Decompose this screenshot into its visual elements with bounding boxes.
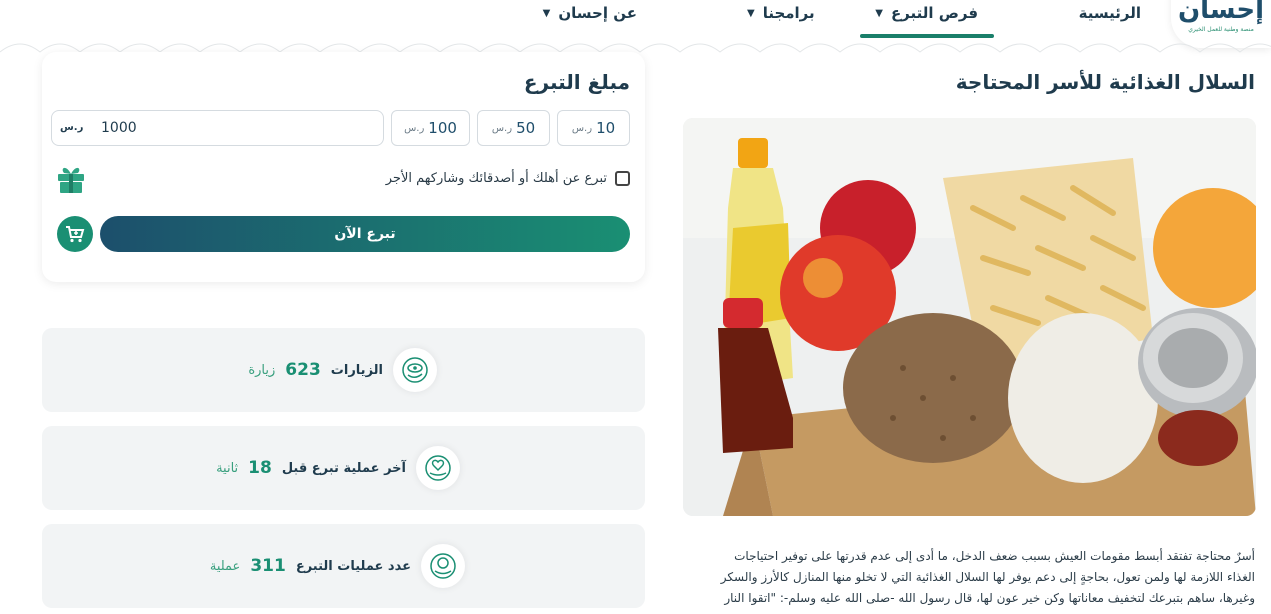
hand-heart-icon xyxy=(425,455,451,481)
visits-icon xyxy=(393,348,437,392)
gift-icon[interactable] xyxy=(56,162,86,194)
donations-count-unit: عملية xyxy=(209,558,241,574)
gift-option: تبرع عن أهلك أو أصدقائك وشاركهم الأجر xyxy=(386,171,630,186)
description-line: الغذاء اللازمة لها ولمن تعول، بحاجةٍ إلى… xyxy=(720,570,1255,584)
project-title: السلال الغذائية للأسر المحتاجة xyxy=(955,70,1255,94)
nav-about[interactable]: عن إحسان ▼ xyxy=(543,0,637,40)
amount-50-button[interactable]: 50 ر.س xyxy=(477,110,550,146)
nav-home[interactable]: الرئيسية xyxy=(1079,0,1141,40)
amount-value: 10 xyxy=(596,119,616,137)
nav-opportunities-label: فرص التبرع xyxy=(890,4,979,22)
nav-home-label: الرئيسية xyxy=(1078,4,1141,22)
amount-10-button[interactable]: 10 ر.س xyxy=(557,110,630,146)
project-section: السلال الغذائية للأسر المحتاجة أسرٌ محتا… xyxy=(668,52,1271,614)
gift-checkbox[interactable] xyxy=(615,171,630,186)
nav-donation-opportunities[interactable]: فرص التبرع ▼ xyxy=(859,0,994,40)
food-basket-illustration xyxy=(683,118,1256,516)
donations-count-icon xyxy=(421,544,465,588)
project-description: أسرٌ محتاجة تفتقد أبسط مقومات العيش بسبب… xyxy=(675,546,1255,609)
custom-amount-input[interactable] xyxy=(101,111,371,145)
amount-value: 100 xyxy=(428,119,457,137)
custom-amount-field: ر.س xyxy=(51,110,384,146)
donation-card: مبلغ التبرع 10 ر.س 50 ر.س 100 ر.س ر.س تب… xyxy=(42,52,645,282)
logo-text: إحسان xyxy=(1177,0,1265,25)
donation-amount-title: مبلغ التبرع xyxy=(523,70,630,94)
last-donation-stat: آخر عملية تبرع قبل 18 ثانية xyxy=(42,426,645,510)
coin-hand-icon xyxy=(430,553,456,579)
donate-now-button[interactable]: تبرع الآن xyxy=(100,216,630,252)
cart-icon xyxy=(66,226,85,243)
description-line: أسرٌ محتاجة تفتقد أبسط مقومات العيش بسبب… xyxy=(734,549,1255,563)
amount-options: 10 ر.س 50 ر.س 100 ر.س ر.س xyxy=(51,110,630,146)
nav-programs-label: برامجنا xyxy=(762,4,815,22)
donate-now-label: تبرع الآن xyxy=(334,226,396,242)
donations-count-label: عدد عمليات التبرع xyxy=(295,558,411,574)
main-nav: الرئيسية فرص التبرع ▼ برامجنا ▼ عن إحسان… xyxy=(543,0,1141,40)
amount-100-button[interactable]: 100 ر.س xyxy=(391,110,470,146)
chevron-down-icon: ▼ xyxy=(746,8,755,19)
gift-label: تبرع عن أهلك أو أصدقائك وشاركهم الأجر xyxy=(385,171,607,186)
nav-about-label: عن إحسان xyxy=(558,4,637,22)
eye-hand-icon xyxy=(402,357,428,383)
currency-label: ر.س xyxy=(60,122,84,133)
amount-value: 50 xyxy=(516,119,536,137)
description-line: وغيرها، ساهم بتبرعك لتخفيف معاناتها وكن … xyxy=(724,591,1255,605)
currency-label: ر.س xyxy=(491,122,513,134)
chevron-down-icon: ▼ xyxy=(542,8,551,19)
logo-tagline: منصة وطنية للعمل الخيري xyxy=(1188,26,1254,33)
chevron-down-icon: ▼ xyxy=(875,8,883,19)
visits-value: 623 xyxy=(285,360,321,380)
currency-label: ر.س xyxy=(404,122,425,134)
last-donation-value: 18 xyxy=(248,458,272,478)
add-to-cart-button[interactable] xyxy=(57,216,93,252)
project-image xyxy=(683,118,1256,516)
visits-label: الزيارات xyxy=(330,362,383,378)
donations-count-stat: عدد عمليات التبرع 311 عملية xyxy=(42,524,645,608)
last-donation-label: آخر عملية تبرع قبل xyxy=(281,460,406,476)
last-donation-unit: ثانية xyxy=(216,460,239,476)
visits-unit: زيارة xyxy=(248,362,276,378)
donations-count-value: 311 xyxy=(250,556,286,576)
last-donation-icon xyxy=(416,446,460,490)
top-navbar: إحسان منصة وطنية للعمل الخيري الرئيسية ف… xyxy=(0,0,1271,48)
nav-programs[interactable]: برامجنا ▼ xyxy=(747,0,815,40)
visits-stat: الزيارات 623 زيارة xyxy=(42,328,645,412)
currency-label: ر.س xyxy=(571,122,593,134)
